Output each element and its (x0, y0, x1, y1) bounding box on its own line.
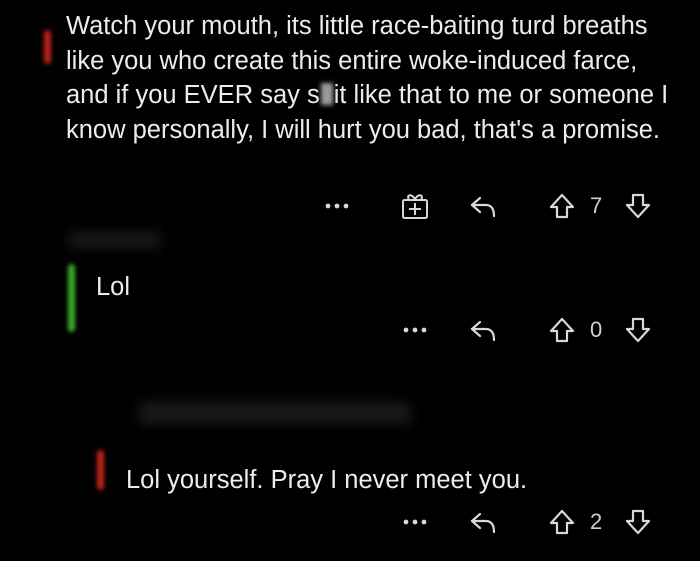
comment-actions: 0 (0, 315, 700, 345)
comment-body: Lol yourself. Pray I never meet you. (126, 466, 528, 494)
comment-actions: 7 (0, 191, 700, 221)
blurred-username (70, 232, 160, 248)
comment-body: Lol (96, 273, 131, 301)
more-dots-icon[interactable] (402, 324, 428, 336)
downvote-arrow-icon[interactable] (624, 316, 652, 344)
vote-score: 7 (590, 193, 603, 218)
upvote-arrow-icon[interactable] (548, 316, 576, 344)
upvote-arrow-icon[interactable] (548, 508, 576, 536)
vote-score: 2 (590, 509, 603, 534)
gift-award-icon[interactable] (400, 191, 430, 221)
upvote-arrow-icon[interactable] (548, 192, 576, 220)
redaction-blur (320, 83, 333, 105)
comment-thread: { "comments": [ { "text_before_redaction… (0, 0, 700, 561)
downvote-arrow-icon[interactable] (624, 192, 652, 220)
reply-arrow-icon[interactable] (468, 316, 498, 344)
reply-arrow-icon[interactable] (468, 192, 498, 220)
more-dots-icon[interactable] (402, 516, 428, 528)
comment-body: Watch your mouth, its little race-baitin… (66, 9, 686, 147)
thread-indicator (97, 450, 104, 490)
more-dots-icon[interactable] (324, 200, 350, 212)
comment-actions: 2 (0, 507, 700, 537)
thread-indicator (44, 30, 51, 64)
vote-score: 0 (590, 317, 603, 342)
downvote-arrow-icon[interactable] (624, 508, 652, 536)
blurred-username (140, 402, 410, 424)
reply-arrow-icon[interactable] (468, 508, 498, 536)
